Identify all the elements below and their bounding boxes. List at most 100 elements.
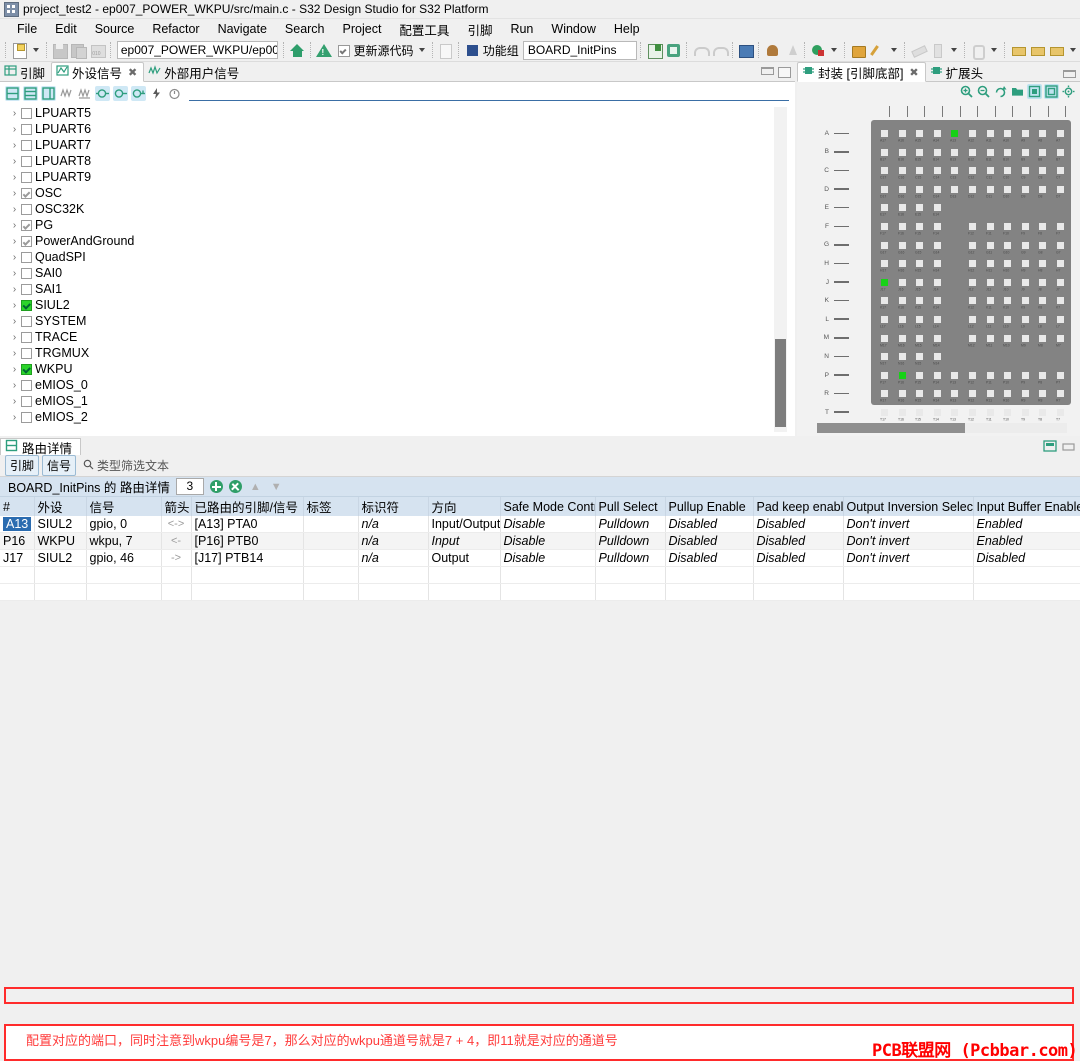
package-ball[interactable]	[916, 371, 924, 379]
tree-item-lpuart8[interactable]: › LPUART8	[0, 153, 772, 169]
search-pin-icon[interactable]	[869, 42, 886, 59]
chevron-right-icon[interactable]: ›	[8, 156, 21, 167]
home-icon[interactable]	[289, 42, 306, 59]
package-ball[interactable]	[969, 409, 976, 416]
package-ball[interactable]	[1004, 297, 1012, 305]
package-ball[interactable]	[1039, 316, 1047, 323]
minimize-view-icon[interactable]	[1063, 70, 1076, 78]
package-ball[interactable]	[986, 260, 994, 268]
package-ball[interactable]	[1039, 223, 1047, 230]
tab-external-user-signals[interactable]: 外部用户信号	[144, 63, 245, 81]
pin-routed-icon[interactable]	[95, 85, 110, 101]
package-ball[interactable]	[898, 278, 906, 286]
package-ball[interactable]	[881, 316, 888, 323]
cell-output-inversion[interactable]: Don't invert	[843, 516, 974, 533]
column-header[interactable]: Safe Mode Control	[500, 497, 596, 516]
cell-identifier[interactable]: n/a	[358, 549, 429, 567]
package-ball[interactable]	[898, 316, 906, 323]
tree-item-sai0[interactable]: › SAI0	[0, 265, 772, 281]
package-ball[interactable]	[1057, 130, 1064, 137]
run-dropdown-icon[interactable]	[831, 48, 838, 52]
package-ball[interactable]	[969, 371, 976, 379]
package-ball[interactable]	[1057, 167, 1064, 175]
package-ball[interactable]	[1021, 371, 1029, 379]
cell-signal[interactable]: wkpu, 7	[86, 532, 162, 550]
tree-item-system[interactable]: › SYSTEM	[0, 313, 772, 329]
tree-item-checkbox[interactable]	[21, 379, 32, 391]
package-ball[interactable]	[881, 371, 888, 379]
tree-item-checkbox[interactable]	[21, 139, 32, 151]
chevron-right-icon[interactable]: ›	[8, 316, 21, 327]
package-ball[interactable]	[951, 167, 959, 175]
package-ball[interactable]	[1004, 390, 1012, 398]
menu-item-navigate[interactable]: Navigate	[209, 20, 276, 38]
tree-item-checkbox[interactable]	[21, 219, 32, 231]
package-ball[interactable]	[1004, 148, 1012, 156]
package-ball[interactable]	[881, 409, 888, 416]
column-header[interactable]: 信号	[86, 497, 162, 516]
move-down-icon[interactable]: ▼	[269, 481, 284, 493]
warning-icon[interactable]	[315, 42, 333, 59]
cell-direction[interactable]: Input/Output	[428, 516, 501, 533]
chevron-right-icon[interactable]: ›	[8, 140, 21, 151]
package-ball[interactable]	[1039, 371, 1047, 379]
cell-signal[interactable]: gpio, 46	[86, 549, 162, 567]
save-icon[interactable]	[51, 42, 69, 59]
package-ball[interactable]	[986, 223, 994, 230]
package-ball[interactable]	[986, 409, 994, 416]
tree-item-checkbox[interactable]	[21, 123, 32, 135]
table-row[interactable]: P16 WKPU wkpu, 7 <- [P16] PTB0 n/a Input Disabl…	[0, 532, 1080, 550]
package-ball[interactable]	[933, 204, 941, 212]
package-ball[interactable]	[986, 316, 994, 323]
open-folder-icon[interactable]	[1010, 84, 1025, 99]
package-ball[interactable]	[1057, 371, 1064, 379]
cell-label[interactable]	[303, 532, 359, 550]
package-ball[interactable]	[1021, 260, 1029, 268]
package-ball[interactable]	[881, 148, 888, 156]
tab-pins[interactable]: 引脚	[0, 63, 51, 81]
clock-icon[interactable]	[167, 86, 182, 101]
package-ball[interactable]	[1021, 223, 1029, 230]
menu-item-edit[interactable]: Edit	[46, 20, 86, 38]
package-ball[interactable]	[1039, 334, 1047, 342]
cell-pull-select[interactable]: Pulldown	[595, 516, 666, 533]
package-ball[interactable]	[1021, 409, 1029, 416]
package-ball[interactable]	[986, 297, 994, 305]
expand-all-icon[interactable]	[23, 85, 38, 101]
redo-icon[interactable]	[711, 42, 729, 59]
package-ball[interactable]	[1039, 278, 1047, 286]
save-all-icon[interactable]	[70, 42, 88, 59]
package-ball[interactable]	[916, 353, 924, 361]
chevron-right-icon[interactable]: ›	[8, 108, 21, 119]
menu-item-window[interactable]: Window	[542, 20, 604, 38]
package-ball[interactable]	[916, 297, 924, 305]
package-ball[interactable]	[881, 185, 888, 193]
package-ball[interactable]	[969, 297, 976, 305]
tree-item-osc32k[interactable]: › OSC32K	[0, 201, 772, 217]
package-ball[interactable]	[1004, 334, 1012, 342]
back-nav-icon[interactable]	[1048, 42, 1065, 59]
menu-item-project[interactable]: Project	[334, 20, 391, 38]
settings-icon[interactable]	[1061, 84, 1076, 99]
tree-item-lpuart5[interactable]: › LPUART5	[0, 105, 772, 121]
package-ball[interactable]	[1057, 148, 1064, 156]
column-header[interactable]: Input Buffer Enable	[973, 497, 1080, 516]
package-ball[interactable]	[969, 260, 976, 268]
package-ball[interactable]	[1039, 167, 1047, 175]
chevron-right-icon[interactable]: ›	[8, 236, 21, 247]
package-ball[interactable]	[1057, 316, 1064, 323]
cell-safe-mode[interactable]: Disable	[500, 549, 596, 567]
close-icon[interactable]: ✖	[909, 66, 918, 79]
tree-item-emios_2[interactable]: › eMIOS_2	[0, 409, 772, 425]
filter-button-signal[interactable]: 信号	[42, 455, 77, 476]
package-ball[interactable]	[916, 316, 924, 323]
cell-routed[interactable]: [P16] PTB0	[191, 532, 304, 550]
collapse-all-icon[interactable]	[5, 85, 20, 101]
waveform-group-icon[interactable]	[77, 86, 92, 101]
filter-button-pin[interactable]: 引脚	[5, 455, 40, 476]
package-ball[interactable]	[898, 241, 906, 249]
package-ball[interactable]	[986, 167, 994, 175]
update-source-dropdown-icon[interactable]	[418, 48, 425, 52]
cell-output-inversion[interactable]: Don't invert	[843, 549, 974, 567]
function-group-select[interactable]: BOARD_InitPins	[522, 40, 638, 60]
